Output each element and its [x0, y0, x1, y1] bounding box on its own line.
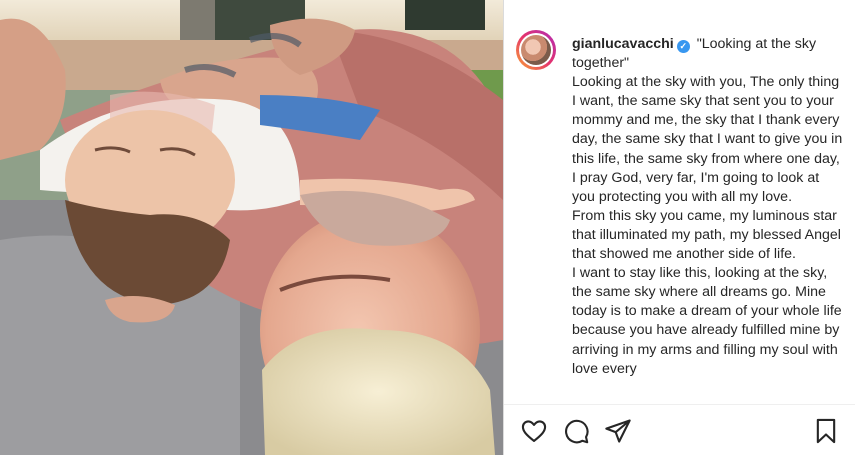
- post-photo[interactable]: [0, 0, 503, 455]
- caption-paragraph: Looking at the sky with you, The only th…: [572, 74, 843, 205]
- post-side-panel: gianlucavacchi ✓ "Looking at the sky toge…: [504, 0, 855, 456]
- avatar-image: [521, 35, 551, 65]
- caption-first-line: gianlucavacchi ✓ "Looking at the sky toge…: [572, 35, 844, 73]
- bookmark-icon[interactable]: [812, 417, 840, 445]
- avatar-ring: [519, 33, 553, 67]
- heart-icon[interactable]: [520, 417, 548, 445]
- profile-avatar[interactable]: [516, 30, 556, 70]
- comment-icon[interactable]: [562, 417, 590, 445]
- caption-paragraph: From this sky you came, my luminous star…: [572, 207, 841, 263]
- caption-paragraph: I want to stay like this, looking at the…: [572, 265, 842, 377]
- photo-illustration: [0, 0, 503, 455]
- username-link[interactable]: gianlucavacchi: [572, 36, 674, 52]
- verified-badge-icon: ✓: [676, 40, 690, 53]
- post-caption: gianlucavacchi ✓ "Looking at the sky toge…: [572, 35, 844, 401]
- action-bar: [504, 404, 855, 456]
- share-icon[interactable]: [604, 417, 632, 445]
